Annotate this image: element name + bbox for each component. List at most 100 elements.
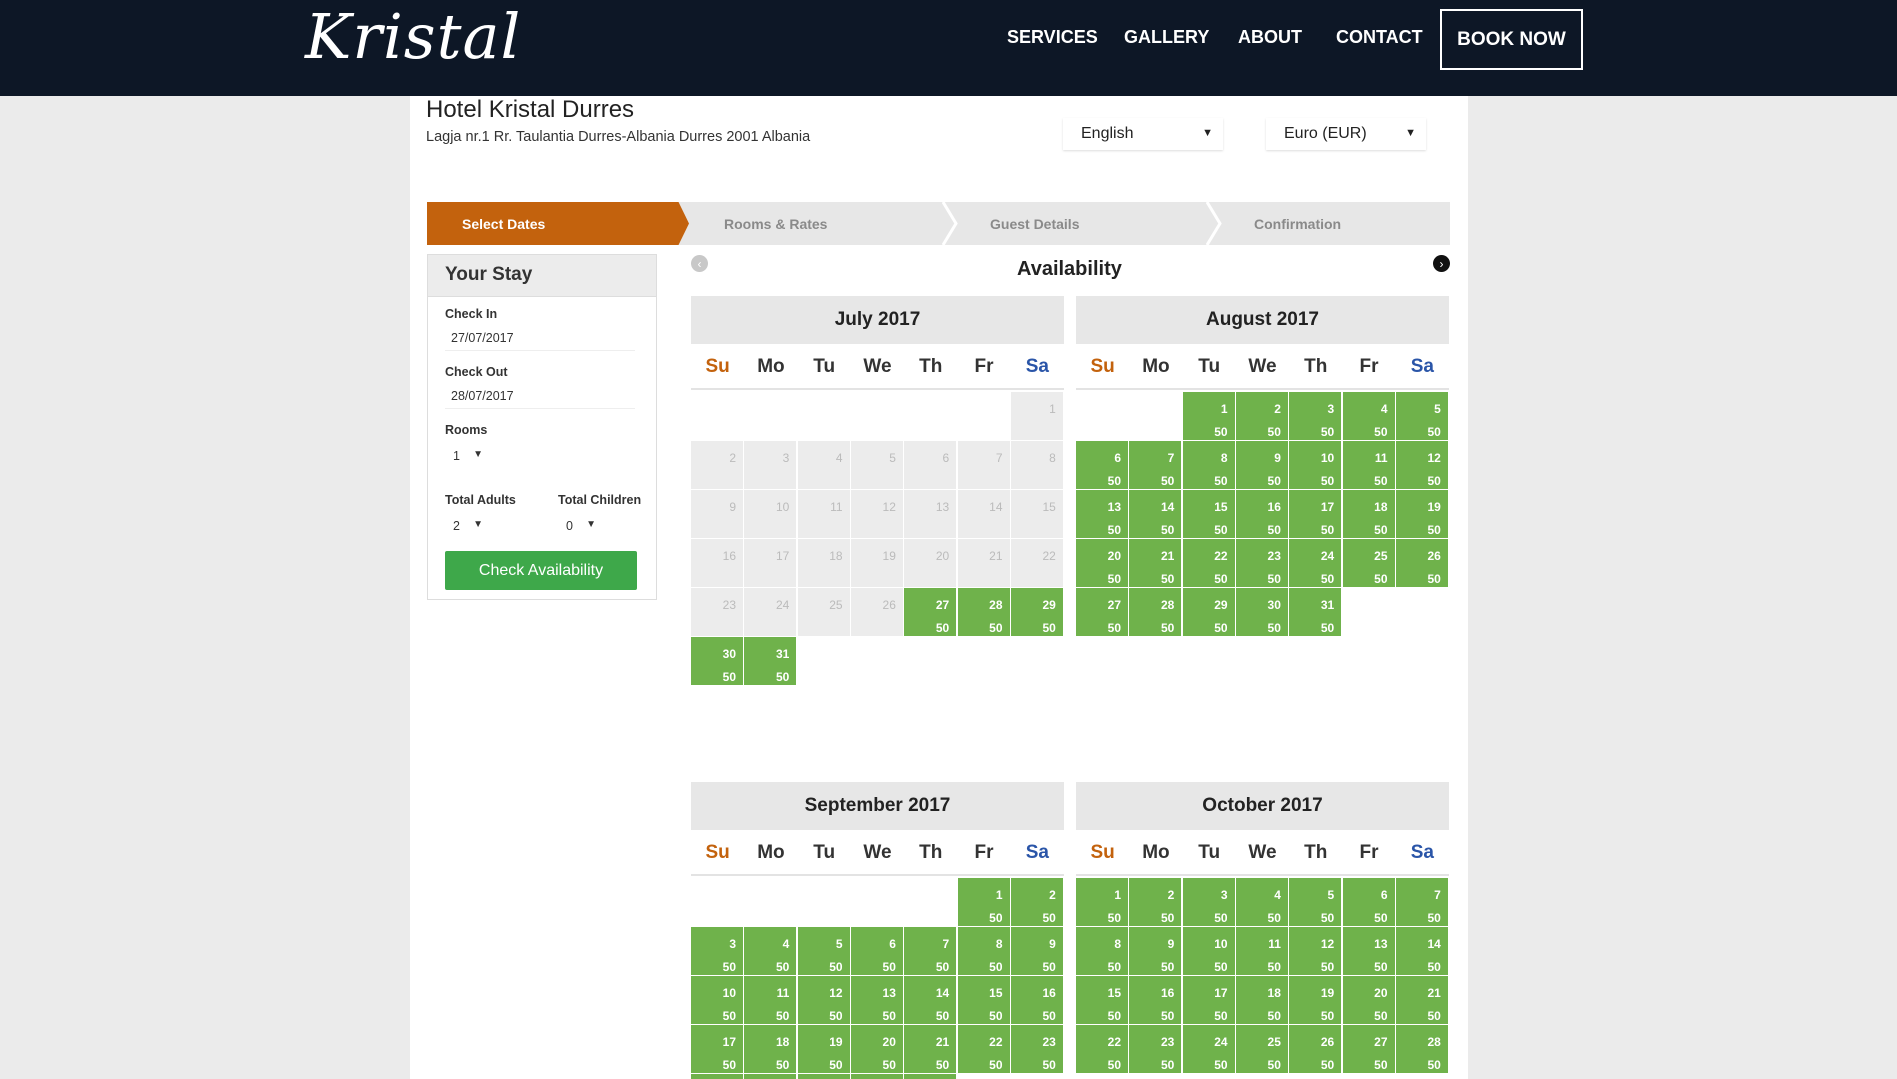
- available-day-cell[interactable]: 19 50: [1289, 976, 1342, 1024]
- available-day-cell[interactable]: 20 50: [850, 1025, 903, 1073]
- step-confirmation[interactable]: Confirmation: [1254, 202, 1444, 245]
- available-day-cell[interactable]: 16 50: [1235, 490, 1288, 538]
- available-day-cell[interactable]: 22 50: [957, 1025, 1010, 1073]
- available-day-cell[interactable]: 14 50: [1129, 490, 1182, 538]
- available-day-cell[interactable]: 1 50: [1182, 392, 1235, 440]
- available-day-cell[interactable]: 15 50: [1076, 976, 1128, 1024]
- available-day-cell[interactable]: 1 50: [1076, 878, 1128, 926]
- available-day-cell[interactable]: 5 50: [797, 927, 850, 975]
- available-day-cell[interactable]: 16 50: [1010, 976, 1063, 1024]
- available-day-cell[interactable]: 2750: [1342, 1025, 1395, 1073]
- available-day-cell[interactable]: 12 50: [1395, 441, 1448, 489]
- available-day-cell[interactable]: 14 50: [904, 976, 957, 1024]
- available-day-cell[interactable]: 23 50: [1235, 539, 1288, 587]
- check-availability-button[interactable]: Check Availability: [445, 551, 637, 590]
- available-day-cell[interactable]: 20 50: [1076, 539, 1128, 587]
- available-day-cell[interactable]: 3 50: [1289, 392, 1342, 440]
- available-day-cell[interactable]: 9 50: [1235, 441, 1288, 489]
- available-day-cell[interactable]: 11 50: [1342, 441, 1395, 489]
- available-day-cell[interactable]: 2550: [1235, 1025, 1288, 1073]
- available-day-cell[interactable]: 4 50: [1342, 392, 1395, 440]
- available-day-cell[interactable]: 7 50: [904, 927, 957, 975]
- previous-month-arrow-icon[interactable]: ‹: [691, 255, 708, 272]
- children-select[interactable]: 0 ▼: [558, 515, 606, 539]
- available-day-cell[interactable]: 11 50: [744, 976, 797, 1024]
- available-day-cell[interactable]: 2850: [957, 588, 1010, 636]
- available-day-cell[interactable]: 8 50: [1076, 927, 1128, 975]
- available-day-cell[interactable]: 15 50: [957, 976, 1010, 1024]
- available-day-cell[interactable]: 13 50: [850, 976, 903, 1024]
- available-day-cell[interactable]: 9 50: [1129, 927, 1182, 975]
- available-day-cell[interactable]: 15 50: [1182, 490, 1235, 538]
- available-day-cell[interactable]: 7 50: [1129, 441, 1182, 489]
- book-now-button[interactable]: BOOK NOW: [1440, 9, 1583, 70]
- available-day-cell[interactable]: 2450: [691, 1074, 743, 1079]
- check-out-field[interactable]: 28/07/2017: [445, 383, 635, 409]
- available-day-cell[interactable]: 6 50: [850, 927, 903, 975]
- available-day-cell[interactable]: 23 50: [1129, 1025, 1182, 1073]
- available-day-cell[interactable]: 17 50: [1289, 490, 1342, 538]
- available-day-cell[interactable]: 9 50: [1010, 927, 1063, 975]
- available-day-cell[interactable]: 12 50: [797, 976, 850, 1024]
- available-day-cell[interactable]: 22 50: [1182, 539, 1235, 587]
- available-day-cell[interactable]: 20 50: [1342, 976, 1395, 1024]
- available-day-cell[interactable]: 5 50: [1395, 392, 1448, 440]
- available-day-cell[interactable]: 2750: [850, 1074, 903, 1079]
- nav-services[interactable]: SERVICES: [1007, 27, 1098, 48]
- available-day-cell[interactable]: 30 50: [691, 637, 743, 685]
- available-day-cell[interactable]: 18 50: [1342, 490, 1395, 538]
- available-day-cell[interactable]: 31 50: [1289, 588, 1342, 636]
- available-day-cell[interactable]: 17 50: [691, 1025, 743, 1073]
- available-day-cell[interactable]: 2 50: [1010, 878, 1063, 926]
- available-day-cell[interactable]: 8 50: [957, 927, 1010, 975]
- available-day-cell[interactable]: 13 50: [1076, 490, 1128, 538]
- available-day-cell[interactable]: 7 50: [1395, 878, 1448, 926]
- available-day-cell[interactable]: 2850: [904, 1074, 957, 1079]
- available-day-cell[interactable]: 2650: [1395, 539, 1448, 587]
- available-day-cell[interactable]: 2550: [744, 1074, 797, 1079]
- adults-select[interactable]: 2 ▼: [445, 515, 493, 539]
- nav-gallery[interactable]: GALLERY: [1124, 27, 1209, 48]
- next-month-arrow-icon[interactable]: ›: [1433, 255, 1450, 272]
- available-day-cell[interactable]: 10 50: [691, 976, 743, 1024]
- available-day-cell[interactable]: 22 50: [1076, 1025, 1128, 1073]
- available-day-cell[interactable]: 16 50: [1129, 976, 1182, 1024]
- available-day-cell[interactable]: 4 50: [744, 927, 797, 975]
- available-day-cell[interactable]: 2 50: [1129, 878, 1182, 926]
- check-in-field[interactable]: 27/07/2017: [445, 325, 635, 351]
- step-guest-details[interactable]: Guest Details: [990, 202, 1190, 245]
- available-day-cell[interactable]: 2850: [1129, 588, 1182, 636]
- available-day-cell[interactable]: 1 50: [957, 878, 1010, 926]
- available-day-cell[interactable]: 23 50: [1010, 1025, 1063, 1073]
- available-day-cell[interactable]: 12 50: [1289, 927, 1342, 975]
- available-day-cell[interactable]: 13 50: [1342, 927, 1395, 975]
- available-day-cell[interactable]: 10 50: [1182, 927, 1235, 975]
- available-day-cell[interactable]: 2650: [797, 1074, 850, 1079]
- available-day-cell[interactable]: 2550: [1342, 539, 1395, 587]
- available-day-cell[interactable]: 29 50: [1182, 588, 1235, 636]
- available-day-cell[interactable]: 2650: [1289, 1025, 1342, 1073]
- available-day-cell[interactable]: 5 50: [1289, 878, 1342, 926]
- available-day-cell[interactable]: 3 50: [691, 927, 743, 975]
- available-day-cell[interactable]: 2850: [1395, 1025, 1448, 1073]
- available-day-cell[interactable]: 18 50: [744, 1025, 797, 1073]
- available-day-cell[interactable]: 10 50: [1289, 441, 1342, 489]
- available-day-cell[interactable]: 3 50: [1182, 878, 1235, 926]
- available-day-cell[interactable]: 31 50: [744, 637, 797, 685]
- step-select-dates[interactable]: Select Dates: [427, 202, 689, 245]
- available-day-cell[interactable]: 18 50: [1235, 976, 1288, 1024]
- available-day-cell[interactable]: 2750: [904, 588, 957, 636]
- available-day-cell[interactable]: 4 50: [1235, 878, 1288, 926]
- available-day-cell[interactable]: 30 50: [1235, 588, 1288, 636]
- available-day-cell[interactable]: 11 50: [1235, 927, 1288, 975]
- available-day-cell[interactable]: 19 50: [797, 1025, 850, 1073]
- available-day-cell[interactable]: 17 50: [1182, 976, 1235, 1024]
- available-day-cell[interactable]: 6 50: [1076, 441, 1128, 489]
- available-day-cell[interactable]: 14 50: [1395, 927, 1448, 975]
- currency-select[interactable]: Euro (EUR) ▼: [1266, 118, 1426, 150]
- available-day-cell[interactable]: 21 50: [1129, 539, 1182, 587]
- available-day-cell[interactable]: 21 50: [1395, 976, 1448, 1024]
- kristal-logo[interactable]: Kristal: [305, 0, 521, 73]
- rooms-select[interactable]: 1 ▼: [445, 445, 493, 469]
- nav-contact[interactable]: CONTACT: [1336, 27, 1423, 48]
